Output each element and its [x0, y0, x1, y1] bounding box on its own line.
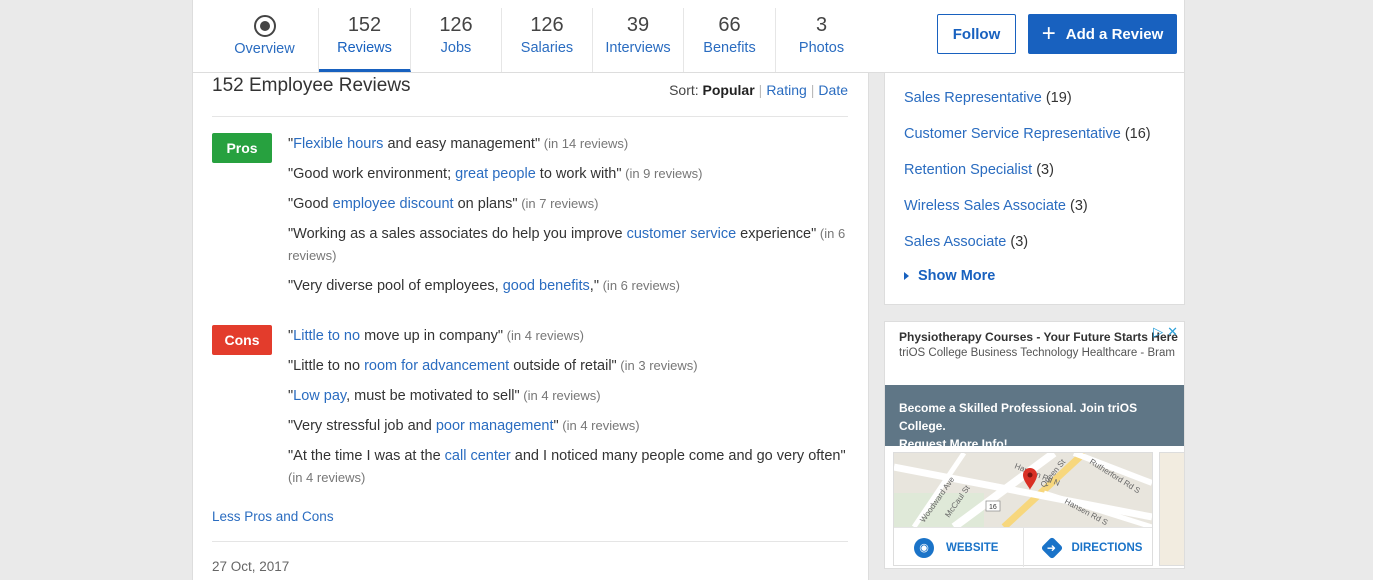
- ad-choices[interactable]: ▷ ✕: [1153, 324, 1178, 340]
- tab-reviews[interactable]: 152 Reviews: [319, 8, 411, 72]
- highlight-link[interactable]: room for advancement: [364, 358, 509, 374]
- job-title-item: Sales Associate (3): [904, 234, 1029, 250]
- ad-location-card: Hansen Rd N Queen St Rutherford Rd S Woo…: [893, 452, 1153, 567]
- tab-list: Overview 152 Reviews 126 Jobs 126 Salari…: [211, 8, 867, 73]
- caret-right-icon: [904, 272, 909, 280]
- tab-label: Photos: [798, 40, 845, 56]
- plus-icon: +: [1041, 20, 1056, 47]
- company-nav-bar: Overview 152 Reviews 126 Jobs 126 Salari…: [192, 0, 1185, 73]
- website-button[interactable]: ◉ WEBSITE: [894, 528, 1023, 567]
- tab-overview[interactable]: Overview: [211, 8, 319, 72]
- highlight-link[interactable]: great people: [455, 166, 536, 182]
- tab-count: 152: [347, 14, 382, 36]
- ad-unit[interactable]: Physiotherapy Courses - Your Future Star…: [884, 321, 1185, 569]
- pros-item: "Very diverse pool of employees, good be…: [288, 278, 680, 294]
- tab-count: 66: [718, 14, 741, 36]
- sort-date-link[interactable]: Date: [818, 82, 848, 98]
- job-title-item: Wireless Sales Associate (3): [904, 198, 1088, 214]
- pros-item: "Working as a sales associates do help y…: [288, 226, 846, 263]
- show-more-button[interactable]: Show More: [904, 268, 995, 284]
- tab-label: Jobs: [440, 40, 472, 56]
- cons-item: "Low pay, must be motivated to sell" (in…: [288, 388, 601, 404]
- directions-icon: ➜: [1040, 536, 1063, 559]
- ad-next-card[interactable]: [1159, 452, 1184, 566]
- sort-rating-link[interactable]: Rating: [766, 82, 806, 98]
- tab-interviews[interactable]: 39 Interviews: [593, 8, 684, 72]
- tab-count: 126: [530, 14, 564, 36]
- pros-list: "Flexible hours and easy management" (in…: [288, 133, 850, 305]
- ad-choices-icon[interactable]: ▷: [1153, 324, 1163, 340]
- highlight-link[interactable]: call center: [445, 448, 511, 464]
- tab-count: 3: [815, 14, 828, 36]
- highlight-link[interactable]: poor management: [436, 418, 554, 434]
- highlight-link[interactable]: Little to no: [293, 328, 360, 344]
- tab-count: 126: [439, 14, 473, 36]
- job-title-link[interactable]: Retention Specialist: [904, 162, 1032, 178]
- sort-popular[interactable]: Popular: [703, 82, 755, 98]
- job-title-item: Customer Service Representative (16): [904, 126, 1151, 142]
- tab-jobs[interactable]: 126 Jobs: [411, 8, 502, 72]
- review-date: 27 Oct, 2017: [212, 559, 290, 574]
- job-titles-panel: Sales Representative (19) Customer Servi…: [884, 73, 1185, 305]
- add-review-button[interactable]: + Add a Review: [1028, 14, 1177, 54]
- tab-label: Reviews: [337, 40, 392, 56]
- job-title-item: Sales Representative (19): [904, 90, 1072, 106]
- tab-salaries[interactable]: 126 Salaries: [502, 8, 593, 72]
- follow-button[interactable]: Follow: [937, 14, 1016, 54]
- cons-item: "Little to no room for advancement outsi…: [288, 358, 698, 374]
- ad-banner-text: Become a Skilled Professional. Join triO…: [899, 401, 1138, 451]
- add-review-label: Add a Review: [1065, 25, 1164, 43]
- overview-icon: [253, 15, 276, 37]
- ad-map[interactable]: Hansen Rd N Queen St Rutherford Rd S Woo…: [894, 453, 1152, 527]
- ad-subtitle: triOS College Business Technology Health…: [899, 347, 1175, 359]
- map-label: 16: [989, 504, 997, 511]
- globe-icon: ◉: [914, 537, 934, 558]
- cons-badge: Cons: [212, 325, 272, 355]
- tab-label: Salaries: [520, 40, 574, 56]
- sort-control: Sort: Popular | Rating | Date: [669, 82, 848, 98]
- directions-button[interactable]: ➜ DIRECTIONS: [1022, 528, 1153, 567]
- cons-item: "Very stressful job and poor management"…: [288, 418, 640, 434]
- sort-label: Sort:: [669, 82, 699, 98]
- pros-item: "Good work environment; great people to …: [288, 166, 703, 182]
- tab-label: Interviews: [605, 40, 671, 56]
- pros-item: "Good employee discount on plans" (in 7 …: [288, 196, 599, 212]
- tab-photos[interactable]: 3 Photos: [776, 8, 867, 72]
- ad-banner[interactable]: Become a Skilled Professional. Join triO…: [885, 385, 1184, 451]
- ad-actions: ◉ WEBSITE ➜ DIRECTIONS: [894, 527, 1152, 567]
- map-graphic: Hansen Rd N Queen St Rutherford Rd S Woo…: [894, 453, 1152, 527]
- highlight-link[interactable]: customer service: [627, 226, 737, 242]
- less-pros-cons-link[interactable]: Less Pros and Cons: [212, 509, 334, 524]
- job-title-link[interactable]: Sales Associate: [904, 234, 1006, 250]
- pros-badge: Pros: [212, 133, 272, 163]
- highlight-link[interactable]: Flexible hours: [293, 136, 383, 152]
- reviews-title: 152 Employee Reviews: [212, 75, 411, 96]
- ad-title[interactable]: Physiotherapy Courses - Your Future Star…: [899, 330, 1178, 344]
- pros-item: "Flexible hours and easy management" (in…: [288, 136, 629, 152]
- divider: [212, 541, 848, 542]
- cons-item: "Little to no move up in company" (in 4 …: [288, 328, 584, 344]
- job-title-link[interactable]: Customer Service Representative: [904, 126, 1121, 142]
- tab-label: Overview: [234, 41, 295, 57]
- highlight-link[interactable]: good benefits: [503, 278, 590, 294]
- tab-label: Benefits: [703, 40, 756, 56]
- reviews-panel: 152 Employee Reviews Sort: Popular | Ratin…: [192, 73, 869, 580]
- job-title-item: Retention Specialist (3): [904, 162, 1054, 178]
- job-title-link[interactable]: Wireless Sales Associate: [904, 198, 1066, 214]
- cons-list: "Little to no move up in company" (in 4 …: [288, 325, 850, 497]
- divider: [212, 116, 848, 117]
- cons-item: "At the time I was at the call center an…: [288, 448, 846, 485]
- close-icon[interactable]: ✕: [1167, 324, 1178, 340]
- tab-benefits[interactable]: 66 Benefits: [684, 8, 776, 72]
- show-more-label: Show More: [918, 268, 996, 284]
- tab-count: 39: [626, 14, 650, 36]
- job-title-link[interactable]: Sales Representative: [904, 90, 1042, 106]
- highlight-link[interactable]: employee discount: [333, 196, 454, 212]
- highlight-link[interactable]: Low pay: [293, 388, 346, 404]
